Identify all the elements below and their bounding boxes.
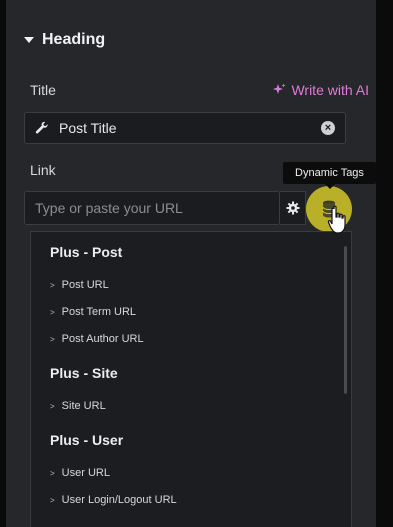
dynamic-tags-dropdown: Plus - Post > Post URL > Post Term URL > Po… [30,231,352,527]
title-value: Post Title [59,120,117,136]
write-with-ai-button[interactable]: Write with AI [272,82,369,98]
dropdown-item-site-url[interactable]: > Site URL [50,400,106,412]
link-url-input[interactable] [33,199,271,217]
write-with-ai-label: Write with AI [291,82,369,98]
group-plus-user: Plus - User [50,432,124,448]
sparkle-icon [273,83,286,94]
gear-icon [286,201,299,215]
group-plus-post: Plus - Post [50,244,123,260]
clear-icon[interactable]: × [321,121,335,135]
caret-down-icon [24,37,34,43]
link-label: Link [30,162,56,178]
dropdown-item-post-author-url[interactable]: > Post Author URL [50,333,144,345]
panel-edge [376,0,393,527]
title-label: Title [30,82,56,98]
dropdown-scrollbar[interactable] [344,246,347,394]
section-heading-toggle[interactable]: Heading [24,31,105,49]
dropdown-item-post-url[interactable]: > Post URL [50,279,109,291]
title-input[interactable]: Post Title × [24,112,346,144]
dropdown-item-post-term-url[interactable]: > Post Term URL [50,306,136,318]
link-options-button[interactable] [280,191,306,225]
group-plus-site: Plus - Site [50,365,118,381]
link-url-input-wrap [24,191,280,225]
dropdown-item-user-url[interactable]: > User URL [50,467,110,479]
hand-cursor-icon [327,205,346,234]
section-title: Heading [42,31,106,48]
dynamic-tags-tooltip: Dynamic Tags [283,162,376,189]
wrench-icon [35,121,48,134]
dropdown-item-user-login-logout-url[interactable]: > User Login/Logout URL [50,494,177,506]
